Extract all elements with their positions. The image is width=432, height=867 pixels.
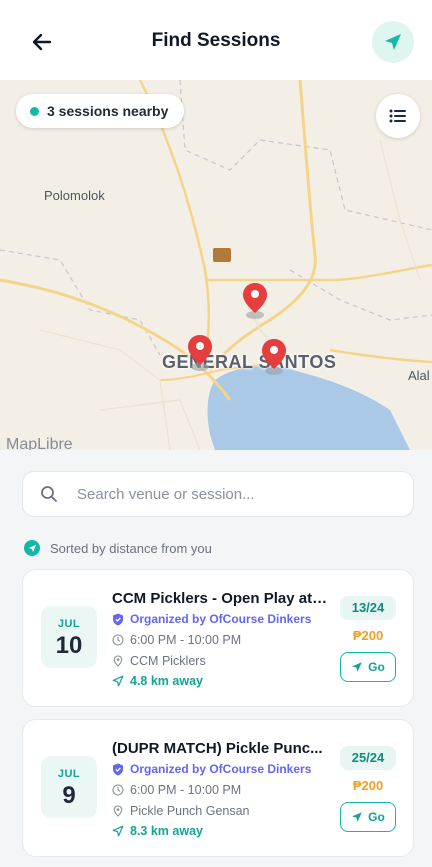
map-pin-icon[interactable]	[261, 338, 287, 376]
session-title: (DUPR MATCH) Pickle Punc...	[112, 740, 323, 757]
distance-label: 8.3 km away	[130, 824, 203, 838]
navigation-icon	[112, 675, 124, 687]
distance-row: 8.3 km away	[112, 824, 203, 838]
organizer-label: Organized by OfCourse Dinkers	[130, 612, 312, 626]
map-pin-icon[interactable]	[242, 282, 268, 320]
list-view-button[interactable]	[376, 94, 420, 138]
map-label-alal: Alal	[408, 368, 430, 383]
session-card[interactable]: JUL 9 (DUPR MATCH) Pickle Punc... Organi…	[22, 719, 414, 857]
sort-note: Sorted by distance from you	[24, 540, 212, 556]
app-header: Find Sessions	[0, 0, 432, 80]
date-month: JUL	[57, 768, 81, 780]
venue-name: Pickle Punch Gensan	[130, 804, 250, 818]
location-pin-icon	[113, 655, 123, 667]
landmark-icon	[213, 248, 231, 262]
list-icon	[389, 109, 406, 123]
session-time: 6:00 PM - 10:00 PM	[130, 633, 242, 647]
go-label: Go	[368, 810, 385, 824]
nearby-sessions-badge: 3 sessions nearby	[16, 94, 185, 128]
session-map[interactable]: Polomolok GENERAL SANTOS Alal 3 sessions…	[0, 80, 432, 450]
organizer-row: Organized by OfCourse Dinkers	[112, 762, 311, 776]
maplibre-logo: MapLibre	[6, 436, 73, 450]
session-title: CCM Picklers - Open Play at ...	[112, 590, 328, 607]
go-button[interactable]: Go	[340, 802, 396, 832]
clock-icon	[112, 634, 124, 646]
organizer-row: Organized by OfCourse Dinkers	[112, 612, 311, 626]
distance-label: 4.8 km away	[130, 674, 203, 688]
map-background	[0, 80, 432, 450]
time-row: 6:00 PM - 10:00 PM	[112, 783, 241, 797]
sort-note-label: Sorted by distance from you	[50, 540, 212, 556]
session-card[interactable]: JUL 10 CCM Picklers - Open Play at ... O…	[22, 569, 414, 707]
navigation-arrow-icon	[385, 34, 401, 50]
search-icon	[41, 486, 57, 502]
venue-name: CCM Picklers	[130, 654, 206, 668]
time-row: 6:00 PM - 10:00 PM	[112, 633, 241, 647]
navigation-icon	[352, 812, 362, 822]
navigation-icon	[24, 540, 40, 556]
nearby-sessions-label: 3 sessions nearby	[47, 103, 169, 119]
map-pin-icon[interactable]	[187, 334, 213, 372]
session-time: 6:00 PM - 10:00 PM	[130, 783, 242, 797]
price-label: ₱200	[352, 628, 384, 643]
slots-badge: 13/24	[340, 596, 396, 620]
map-label-polomolok: Polomolok	[44, 188, 105, 203]
clock-icon	[112, 784, 124, 796]
navigation-icon	[352, 662, 362, 672]
search-bar[interactable]	[22, 471, 414, 517]
date-month: JUL	[57, 618, 81, 630]
shield-check-icon	[113, 763, 123, 775]
status-dot	[30, 106, 39, 116]
map-attribution[interactable]: MapLibre	[6, 436, 73, 450]
date-badge: JUL 10	[41, 606, 97, 668]
go-label: Go	[368, 660, 385, 674]
location-pin-icon	[113, 805, 123, 817]
search-input[interactable]	[75, 484, 399, 504]
date-day: 10	[55, 632, 83, 659]
page-title: Find Sessions	[151, 30, 281, 51]
price-label: ₱200	[352, 778, 384, 793]
navigation-icon	[112, 825, 124, 837]
go-button[interactable]: Go	[340, 652, 396, 682]
distance-row: 4.8 km away	[112, 674, 203, 688]
locate-me-button[interactable]	[372, 21, 414, 63]
shield-check-icon	[113, 613, 123, 625]
date-day: 9	[62, 782, 76, 809]
venue-row: Pickle Punch Gensan	[112, 804, 250, 818]
venue-row: CCM Picklers	[112, 654, 206, 668]
date-badge: JUL 9	[41, 756, 97, 818]
slots-badge: 25/24	[340, 746, 396, 770]
organizer-label: Organized by OfCourse Dinkers	[130, 762, 312, 776]
